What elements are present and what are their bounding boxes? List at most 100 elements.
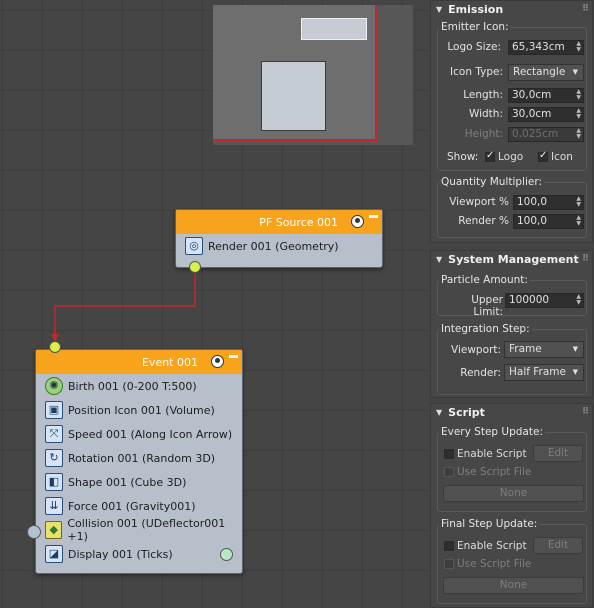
length-spinner[interactable]: 30,0cm ▲ ▼	[508, 88, 584, 103]
display-icon: ◪	[45, 545, 63, 563]
operator-display[interactable]: ◪ Display 001 (Ticks)	[36, 542, 242, 566]
script-rollout: ▼ Script ⠿ Every Step Update: Enable Scr…	[430, 403, 593, 608]
icon-type-dropdown[interactable]: Rectangle ▼	[508, 64, 584, 81]
every-edit-button[interactable]: Edit	[533, 445, 583, 462]
event-input-socket[interactable]	[49, 341, 61, 353]
viewport-percent-spinner[interactable]: 100,0 ▲ ▼	[513, 195, 584, 210]
operator-render[interactable]: ◎ Render 001 (Geometry)	[176, 234, 382, 258]
every-step-update-label: Every Step Update:	[439, 426, 545, 438]
render-percent-spinner[interactable]: 100,0 ▲ ▼	[513, 214, 584, 229]
drag-grip-icon[interactable]: ⠿	[582, 4, 589, 14]
every-enable-script-checkbox[interactable]: Enable Script	[444, 448, 527, 460]
final-edit-button[interactable]: Edit	[533, 537, 583, 554]
spinner-arrows-icon[interactable]: ▲ ▼	[576, 41, 581, 53]
script-title: Script	[448, 405, 485, 419]
event-node[interactable]: Event 001 ✺ Birth 001 (0-200 T:500) ▣ Po…	[35, 349, 243, 574]
every-use-script-file-checkbox: Use Script File	[444, 466, 531, 478]
upper-limit-spinner[interactable]: 100000 ▲ ▼	[505, 293, 584, 308]
height-spinner: 0,025cm ▲ ▼	[508, 127, 584, 142]
collapse-triangle-icon: ▼	[436, 407, 443, 417]
operator-birth[interactable]: ✺ Birth 001 (0-200 T:500)	[36, 374, 242, 398]
display-output-socket[interactable]	[220, 548, 233, 561]
system-management-rollout: ▼ System Management ⠿ Particle Amount: U…	[430, 250, 593, 398]
operator-label: Render 001 (Geometry)	[208, 239, 339, 253]
pf-source-node[interactable]: PF Source 001 ◎ Render 001 (Geometry)	[175, 209, 383, 268]
script-header[interactable]: ▼ Script ⠿	[431, 404, 592, 420]
spinner-arrows-icon[interactable]: ▲ ▼	[576, 196, 581, 208]
show-icon-checkbox[interactable]: Icon	[538, 150, 573, 163]
position-icon: ▣	[45, 401, 63, 419]
event-title-bar[interactable]: Event 001	[36, 350, 242, 374]
particle-view-canvas[interactable]: PF Source 001 ◎ Render 001 (Geometry) Ev…	[0, 0, 428, 608]
emitter-icon-label: Emitter Icon:	[439, 21, 511, 33]
operator-position-icon[interactable]: ▣ Position Icon 001 (Volume)	[36, 398, 242, 422]
checkbox-disabled-icon	[444, 467, 454, 477]
wire-source-to-event	[54, 268, 196, 338]
spinner-arrows-icon[interactable]: ▲ ▼	[576, 215, 581, 227]
operator-label: Display 001 (Ticks)	[68, 547, 173, 561]
final-none-button[interactable]: None	[443, 577, 584, 594]
emission-title: Emission	[448, 2, 504, 16]
drag-grip-icon[interactable]: ⠿	[582, 254, 589, 264]
checkbox-disabled-icon	[444, 559, 454, 569]
quantity-multiplier-group	[437, 182, 587, 238]
minimize-icon[interactable]	[369, 215, 378, 218]
operator-collision[interactable]: ◆ Collision 001 (UDeflector001 +1)	[36, 517, 242, 543]
pf-source-title: PF Source 001	[259, 215, 338, 229]
height-label: Height:	[464, 128, 503, 140]
operator-shape[interactable]: ◧ Shape 001 (Cube 3D)	[36, 470, 242, 494]
spinner-arrows-icon[interactable]: ▲ ▼	[576, 89, 581, 101]
show-logo-checkbox[interactable]: Logo	[485, 150, 523, 163]
speed-icon: ⤧	[45, 425, 63, 443]
drag-grip-icon[interactable]: ⠿	[582, 407, 589, 417]
length-label: Length:	[463, 89, 503, 101]
operator-label: Collision 001 (UDeflector001 +1)	[67, 517, 226, 543]
rotation-icon: ↻	[45, 449, 63, 467]
minimize-icon[interactable]	[229, 355, 238, 358]
force-icon: ⇊	[45, 497, 63, 515]
logo-size-spinner[interactable]: 65,343cm ▲ ▼	[508, 40, 584, 55]
checkbox-checked-icon	[538, 150, 548, 162]
system-management-title: System Management	[448, 252, 579, 266]
checkbox-icon	[444, 541, 454, 551]
chevron-down-icon: ▼	[572, 345, 578, 353]
operator-label: Force 001 (Gravity001)	[68, 499, 196, 513]
operator-rotation[interactable]: ↻ Rotation 001 (Random 3D)	[36, 446, 242, 470]
lightbulb-icon[interactable]	[351, 215, 364, 228]
particle-amount-label: Particle Amount:	[439, 274, 530, 286]
final-step-update-label: Final Step Update:	[439, 518, 540, 530]
operator-force[interactable]: ⇊ Force 001 (Gravity001)	[36, 494, 242, 518]
viewport-step-dropdown[interactable]: Frame ▼	[504, 341, 584, 358]
spinner-arrows-icon[interactable]: ▲ ▼	[576, 294, 581, 306]
emission-rollout: ▼ Emission ⠿ Emitter Icon: Logo Size: 65…	[430, 0, 593, 243]
emission-header[interactable]: ▼ Emission ⠿	[431, 1, 592, 17]
system-management-header[interactable]: ▼ System Management ⠿	[431, 251, 592, 267]
every-none-button[interactable]: None	[443, 485, 584, 502]
render-step-dropdown[interactable]: Half Frame ▼	[504, 364, 584, 381]
operator-speed[interactable]: ⤧ Speed 001 (Along Icon Arrow)	[36, 422, 242, 446]
collapse-triangle-icon: ▼	[436, 254, 443, 264]
viewport-percent-label: Viewport %	[449, 196, 509, 208]
birth-icon: ✺	[45, 377, 63, 395]
icon-type-label: Icon Type:	[450, 66, 503, 78]
shape-icon: ◧	[45, 473, 63, 491]
final-enable-script-checkbox[interactable]: Enable Script	[444, 540, 527, 552]
operator-label: Shape 001 (Cube 3D)	[68, 475, 187, 489]
chevron-down-icon: ▼	[572, 68, 578, 76]
quantity-multiplier-label: Quantity Multiplier:	[439, 176, 545, 188]
spinner-arrows-icon[interactable]: ▲ ▼	[576, 108, 581, 120]
operator-label: Position Icon 001 (Volume)	[68, 403, 215, 417]
integration-step-label: Integration Step:	[439, 323, 532, 335]
collapse-triangle-icon: ▼	[436, 4, 443, 14]
upper-limit-label: Upper Limit:	[471, 294, 503, 318]
checkbox-checked-icon	[485, 150, 495, 162]
logo-size-label: Logo Size:	[447, 41, 501, 53]
width-label: Width:	[468, 108, 503, 120]
width-spinner[interactable]: 30,0cm ▲ ▼	[508, 107, 584, 122]
source-output-socket[interactable]	[189, 261, 201, 273]
collision-output-socket[interactable]	[27, 525, 41, 539]
pf-source-title-bar[interactable]: PF Source 001	[176, 210, 382, 234]
operator-label: Rotation 001 (Random 3D)	[68, 451, 216, 465]
lightbulb-icon[interactable]	[211, 355, 224, 368]
event-title: Event 001	[141, 355, 198, 369]
